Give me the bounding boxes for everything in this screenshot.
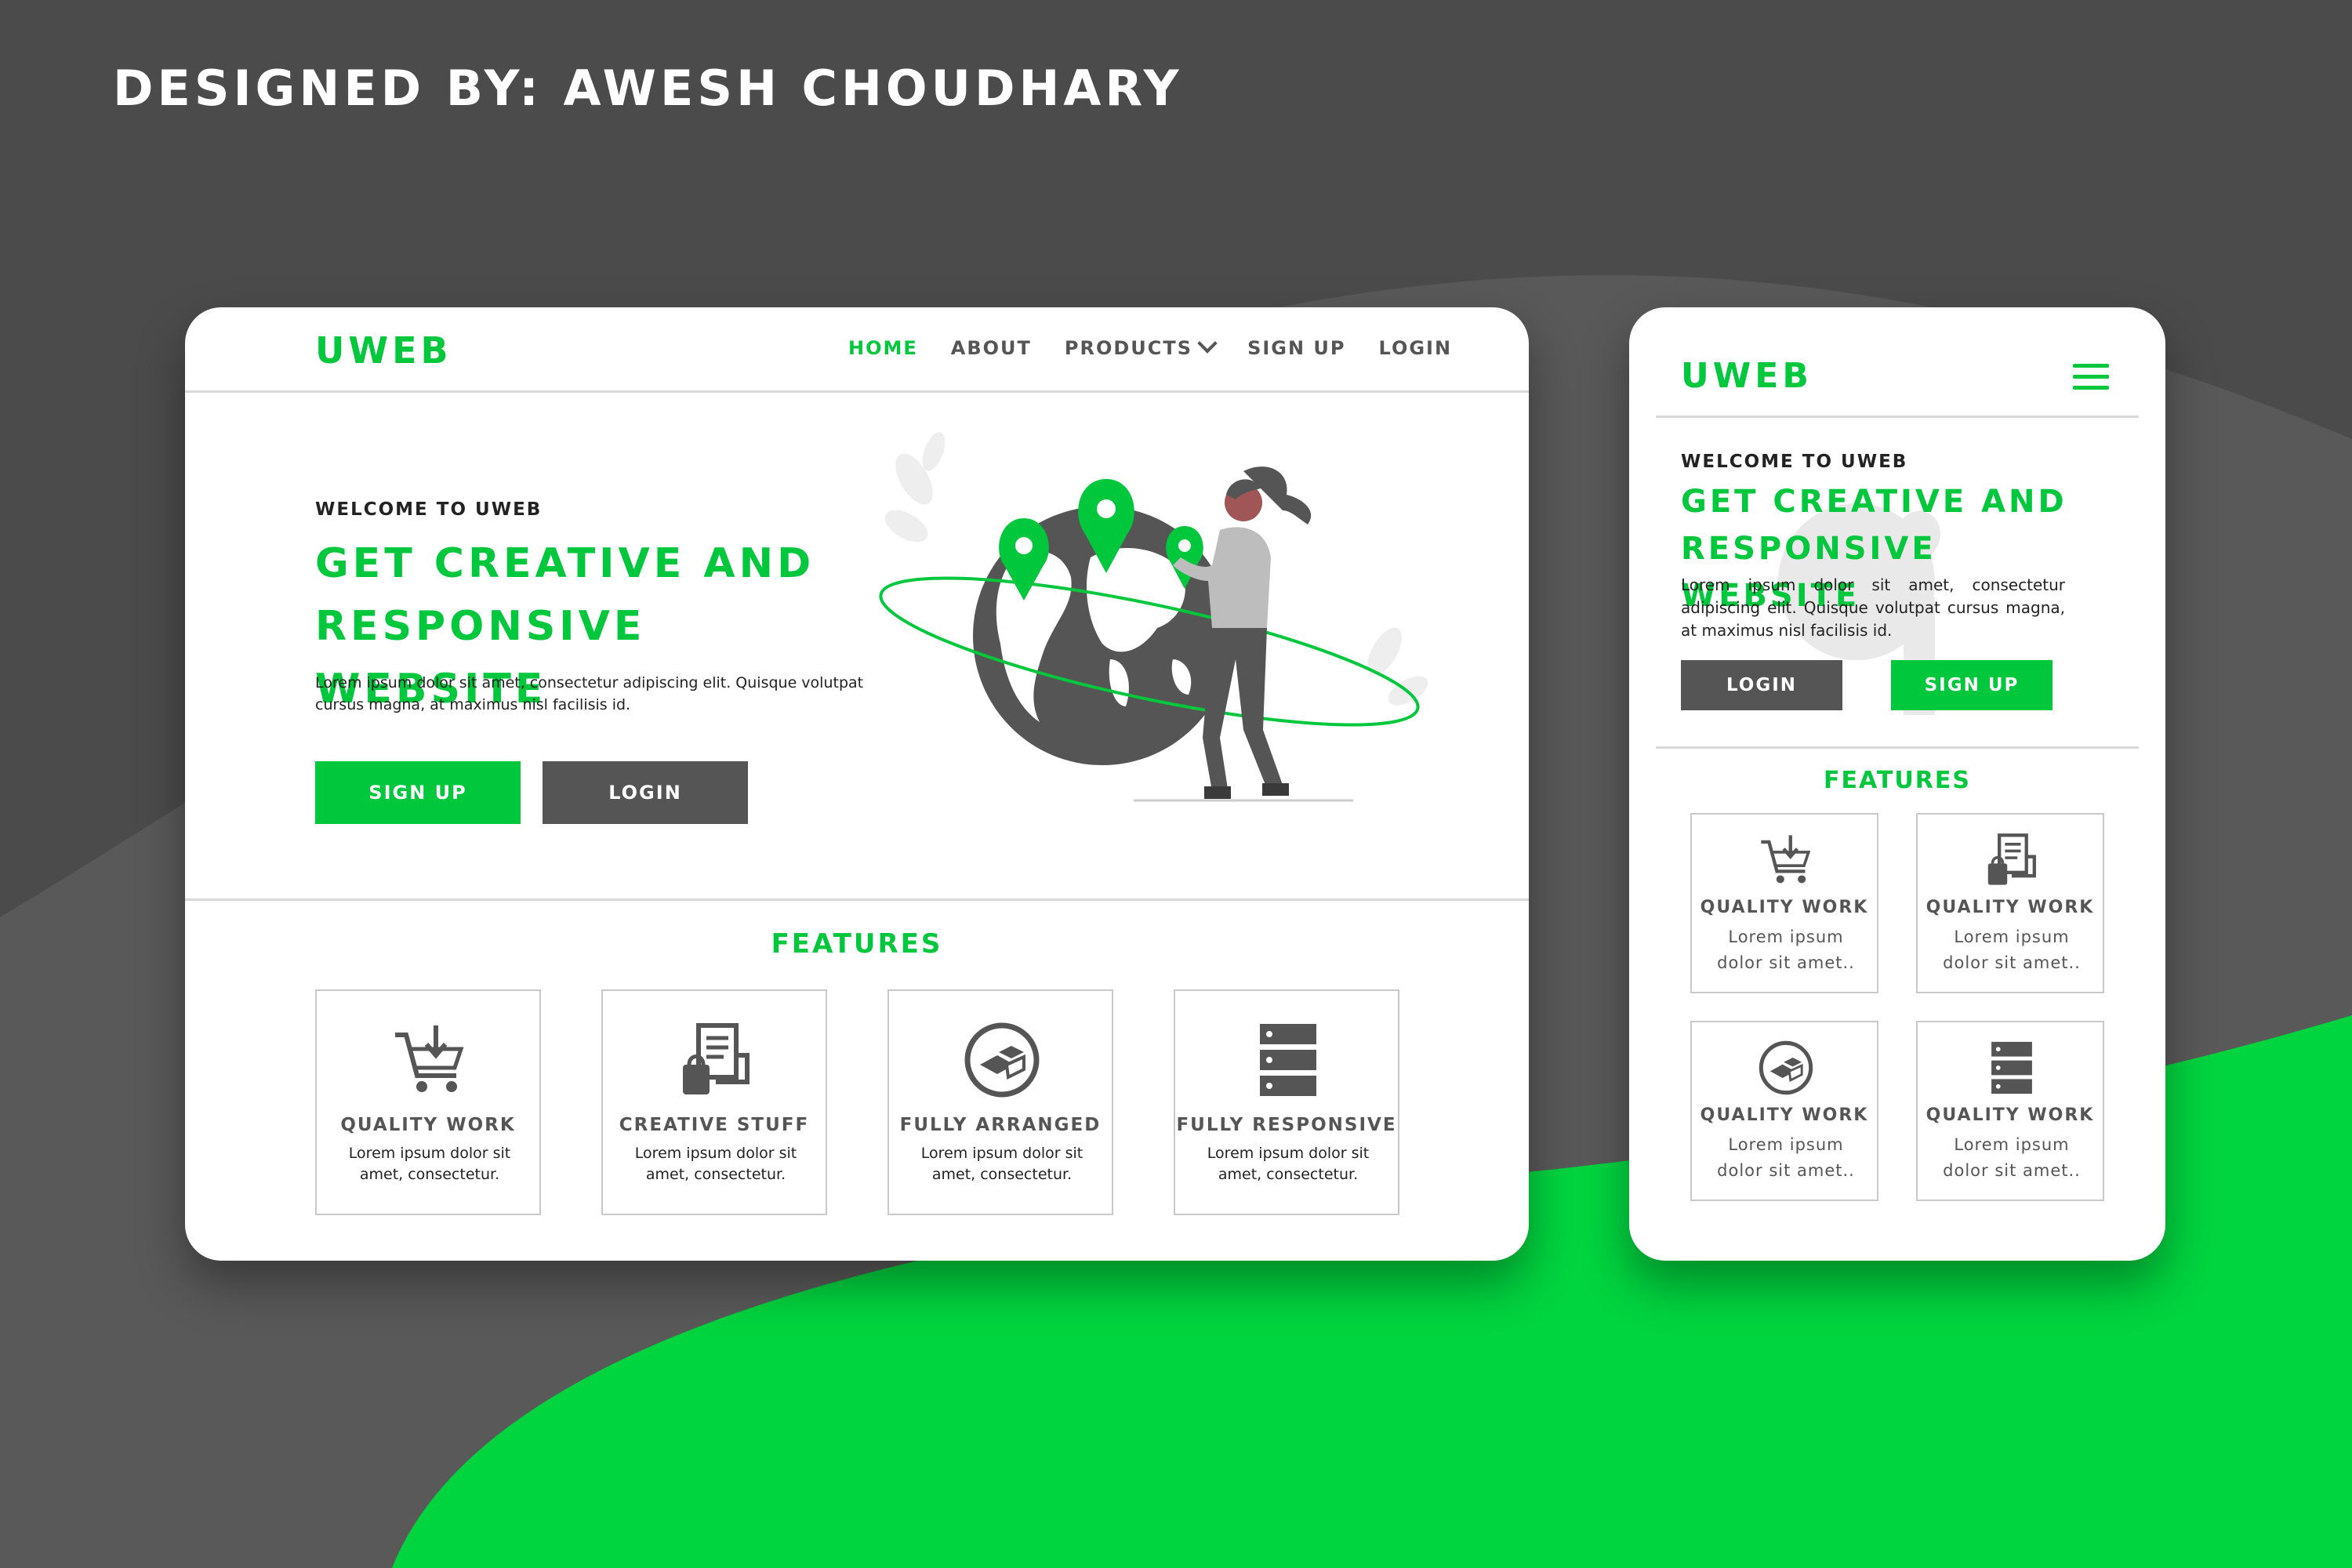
feature-card: QUALITY WORK Lorem ipsum dolor sit amet.… xyxy=(1916,813,2104,993)
feature-title: QUALITY WORK xyxy=(1700,1105,1869,1125)
mobile-mockup: UWEB WELCOME TO UWEB GET CREATIVE AND RE… xyxy=(1629,307,2165,1261)
feature-card: QUALITY WORK Lorem ipsum dolor sit amet,… xyxy=(315,989,541,1215)
headline-line-1: GET CREATIVE AND xyxy=(315,540,815,587)
desktop-mockup: UWEB HOME ABOUT PRODUCTS SIGN UP LOGIN W… xyxy=(185,307,1529,1261)
feature-description: Lorem ipsum dolor sit amet.. xyxy=(1717,1135,1855,1180)
welcome-text: WELCOME TO UWEB xyxy=(1681,452,1908,472)
boxes-circle-icon xyxy=(964,1022,1040,1098)
section-divider xyxy=(185,898,1529,901)
feature-title: QUALITY WORK xyxy=(1926,1105,2095,1125)
section-divider xyxy=(1656,746,2139,749)
nav-about-link[interactable]: ABOUT xyxy=(951,337,1032,359)
cart-download-icon xyxy=(395,1025,464,1092)
bag-document-icon xyxy=(683,1023,750,1094)
signup-button[interactable]: SIGN UP xyxy=(315,761,521,824)
nav-products-dropdown[interactable]: PRODUCTS xyxy=(1064,333,1218,359)
feature-description: Lorem ipsum dolor sit amet, consectetur. xyxy=(634,1145,797,1183)
feature-card: FULLY ARRANGED Lorem ipsum dolor sit ame… xyxy=(887,989,1113,1215)
feature-description: Lorem ipsum dolor sit amet, consectetur. xyxy=(920,1145,1083,1183)
feature-title: QUALITY WORK xyxy=(1700,898,1869,917)
features-title: FEATURES xyxy=(771,928,943,960)
feature-description: Lorem ipsum dolor sit amet, consectetur. xyxy=(348,1145,511,1183)
bag-document-icon xyxy=(1987,833,2036,885)
feature-title: QUALITY WORK xyxy=(340,1115,516,1135)
feature-title: CREATIVE STUFF xyxy=(619,1115,810,1135)
hero-description: Lorem ipsum dolor sit amet, consectetur … xyxy=(315,674,864,713)
feature-card: QUALITY WORK Lorem ipsum dolor sit amet.… xyxy=(1690,813,1878,993)
login-button[interactable]: LOGIN xyxy=(1681,660,1842,710)
feature-card: FULLY RESPONSIVE Lorem ipsum dolor sit a… xyxy=(1174,989,1399,1215)
feature-description: Lorem ipsum dolor sit amet.. xyxy=(1943,1135,2081,1180)
feature-card: QUALITY WORK Lorem ipsum dolor sit amet.… xyxy=(1916,1021,2104,1201)
logo[interactable]: UWEB xyxy=(1681,356,1813,396)
feature-title: FULLY RESPONSIVE xyxy=(1176,1115,1397,1135)
features-title: FEATURES xyxy=(1824,767,1971,794)
nav-signup-link[interactable]: SIGN UP xyxy=(1247,337,1345,359)
nav-home-link[interactable]: HOME xyxy=(848,337,918,359)
cart-download-icon xyxy=(1761,835,1811,884)
nav-products-label: PRODUCTS xyxy=(1064,337,1193,359)
chevron-down-icon xyxy=(1197,333,1218,354)
feature-description: Lorem ipsum dolor sit amet.. xyxy=(1717,927,1855,972)
globe-illustration xyxy=(879,432,1428,802)
hamburger-menu-icon[interactable] xyxy=(2073,364,2109,390)
server-stack-icon xyxy=(1991,1041,2032,1094)
nav-menu: HOME ABOUT PRODUCTS SIGN UP LOGIN xyxy=(848,333,1453,359)
headline-line-1: GET CREATIVE AND xyxy=(1681,484,2067,520)
feature-card: CREATIVE STUFF Lorem ipsum dolor sit ame… xyxy=(601,989,827,1215)
welcome-text: WELCOME TO UWEB xyxy=(315,499,543,520)
signup-button[interactable]: SIGN UP xyxy=(1891,660,2053,710)
hero-section: WELCOME TO UWEB GET CREATIVE AND RESPONS… xyxy=(185,393,1529,824)
feature-title: QUALITY WORK xyxy=(1926,898,2095,917)
navbar-divider xyxy=(1656,416,2139,418)
desktop-navbar: UWEB HOME ABOUT PRODUCTS SIGN UP LOGIN xyxy=(185,307,1529,393)
logo[interactable]: UWEB xyxy=(315,329,452,372)
login-button[interactable]: LOGIN xyxy=(543,761,748,824)
hero-description: Lorem ipsum dolor sit amet, consectetur … xyxy=(1681,575,2065,640)
feature-title: FULLY ARRANGED xyxy=(899,1115,1102,1135)
feature-description: Lorem ipsum dolor sit amet.. xyxy=(1943,927,2081,972)
feature-description: Lorem ipsum dolor sit amet, consectetur. xyxy=(1207,1145,1370,1183)
designer-credit: DESIGNED BY: AWESH CHOUDHARY xyxy=(113,60,1183,117)
server-stack-icon xyxy=(1260,1024,1316,1096)
nav-login-link[interactable]: LOGIN xyxy=(1379,337,1453,359)
boxes-circle-icon xyxy=(1759,1040,1813,1095)
feature-card: QUALITY WORK Lorem ipsum dolor sit amet.… xyxy=(1690,1021,1878,1201)
